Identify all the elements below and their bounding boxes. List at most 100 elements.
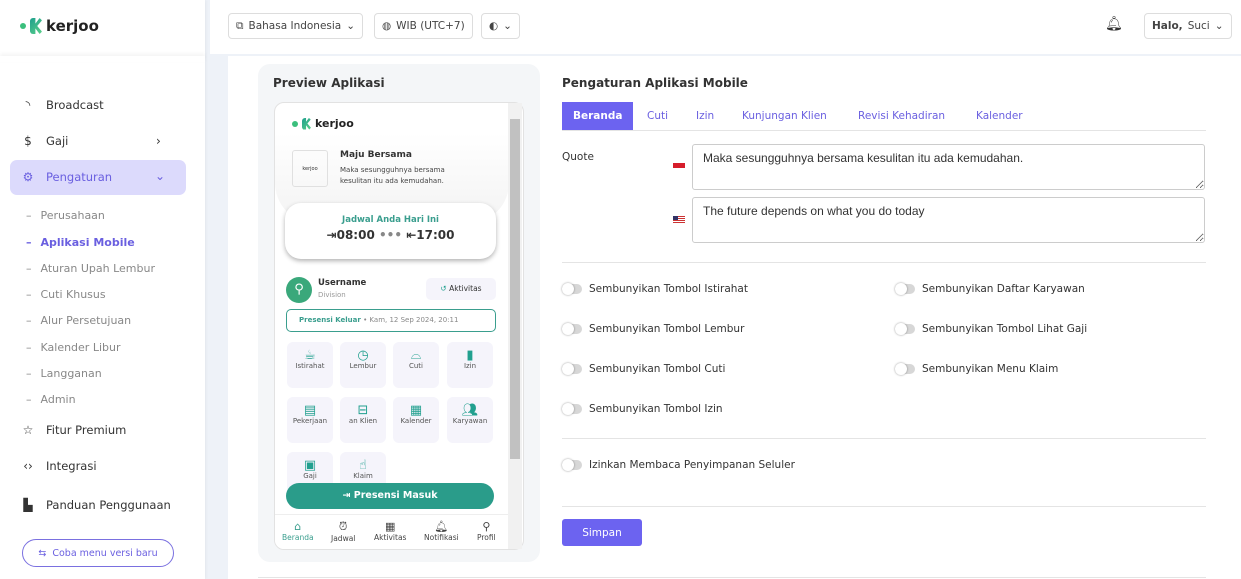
presence-in-button[interactable]: ⇥ Presensi Masuk bbox=[286, 483, 494, 509]
sidebar-item-panduan[interactable]: ▙ Panduan Penggunaan bbox=[22, 498, 170, 512]
calendar-icon: ▦ bbox=[385, 520, 396, 533]
sidebar-item-integrasi[interactable]: ‹› Integrasi bbox=[22, 459, 96, 473]
tab-kunjungan-klien[interactable]: Kunjungan Klien bbox=[731, 102, 838, 130]
tab-revisi-kehadiran[interactable]: Revisi Kehadiran bbox=[847, 102, 956, 130]
bottom-nav-beranda[interactable]: ⌂ Beranda bbox=[282, 520, 314, 542]
bell-icon: 🔔︎ bbox=[434, 520, 449, 533]
division: Division bbox=[318, 291, 346, 299]
toggle-switch bbox=[562, 403, 582, 415]
home-icon: ⌂ bbox=[294, 520, 302, 533]
sidebar-item-fitur-premium[interactable]: ☆ Fitur Premium bbox=[22, 423, 127, 437]
indonesia-flag-icon bbox=[673, 163, 685, 168]
chevron-down-icon: ⌄ bbox=[503, 20, 512, 32]
settings-title: Pengaturan Aplikasi Mobile bbox=[562, 76, 748, 90]
sidebar-sub-aplikasi-mobile[interactable]: – Aplikasi Mobile bbox=[26, 236, 135, 249]
toggle-hide-permit[interactable]: Sembunyikan Tombol Izin bbox=[562, 403, 723, 415]
menu-cuti[interactable]: ⌓ Cuti bbox=[393, 342, 439, 388]
sidebar-sub-langganan[interactable]: – Langganan bbox=[26, 367, 102, 380]
topbar: ⧉ Bahasa Indonesia ⌄ ◍ WIB (UTC+7) ◐ ⌄ 🔔︎ Ha… bbox=[210, 0, 1241, 54]
swap-icon: ⇆ bbox=[38, 547, 47, 559]
bottom-nav-notifikasi[interactable]: 🔔︎ Notifikasi bbox=[424, 520, 459, 542]
phone-preview: kerjoo kerjoo Maju Bersama Maka sesunggu… bbox=[274, 102, 524, 550]
toggle-hide-leave[interactable]: Sembunyikan Tombol Cuti bbox=[562, 363, 725, 375]
quote-id-input[interactable]: Maka sesungguhnya bersama kesulitan itu … bbox=[692, 144, 1205, 190]
timezone-select[interactable]: ◍ WIB (UTC+7) bbox=[374, 13, 473, 39]
menu-kalender[interactable]: ▦ Kalender bbox=[393, 397, 439, 443]
company-name: Maju Bersama bbox=[340, 150, 412, 160]
toggle-hide-employee-list[interactable]: Sembunyikan Daftar Karyawan bbox=[895, 283, 1085, 295]
bottom-nav-profil[interactable]: ⚲ Profil bbox=[477, 520, 496, 542]
menu-pekerjaan[interactable]: ▤ Pekerjaan bbox=[287, 397, 333, 443]
globe-icon: ◍ bbox=[382, 20, 392, 32]
toggle-switch bbox=[562, 459, 582, 471]
divider bbox=[258, 577, 1206, 578]
sidebar-sub-aturan-upah-lembur[interactable]: – Aturan Upah Lembur bbox=[26, 262, 155, 275]
us-flag-icon bbox=[673, 216, 685, 224]
save-button[interactable]: Simpan bbox=[562, 519, 642, 546]
preview-title: Preview Aplikasi bbox=[273, 76, 385, 90]
sidebar-item-pengaturan[interactable]: ⚙ Pengaturan ⌄ bbox=[10, 160, 186, 195]
kerjoo-logo[interactable]: kerjoo bbox=[20, 17, 99, 35]
toggle-hide-claim[interactable]: Sembunyikan Menu Klaim bbox=[895, 363, 1058, 375]
chevron-down-icon: ⌄ bbox=[155, 169, 166, 183]
toggle-hide-salary[interactable]: Sembunyikan Tombol Lihat Gaji bbox=[895, 323, 1087, 335]
toggle-hide-break[interactable]: Sembunyikan Tombol Istirahat bbox=[562, 283, 748, 295]
history-icon: ↺ bbox=[440, 284, 447, 293]
sidebar-sub-cuti-khusus[interactable]: – Cuti Khusus bbox=[26, 288, 106, 301]
clock-plus-icon: ◷ bbox=[357, 348, 369, 363]
tab-izin[interactable]: Izin bbox=[685, 102, 725, 130]
menu-izin[interactable]: ▮ Izin bbox=[447, 342, 493, 388]
bottom-nav-jadwal[interactable]: ⏰︎ Jadwal bbox=[331, 520, 355, 543]
menu-istirahat[interactable]: ☕︎ Istirahat bbox=[287, 342, 333, 388]
toggle-switch bbox=[895, 323, 915, 335]
quote-en-input[interactable]: The future depends on what you do today bbox=[692, 197, 1205, 243]
menu-lembur[interactable]: ◷ Lembur bbox=[340, 342, 386, 388]
bottom-nav-aktivitas[interactable]: ▦ Aktivitas bbox=[374, 520, 406, 542]
toggle-switch bbox=[895, 363, 915, 375]
sidebar-sub-kalender-libur[interactable]: – Kalender Libur bbox=[26, 341, 121, 354]
sofa-icon: ⌓ bbox=[410, 348, 422, 363]
users-icon: 👥︎ bbox=[461, 403, 479, 418]
bell-icon[interactable]: 🔔︎ bbox=[1105, 16, 1123, 32]
toggle-hide-overtime[interactable]: Sembunyikan Tombol Lembur bbox=[562, 323, 744, 335]
sidebar-sub-perusahaan[interactable]: – Perusahaan bbox=[26, 209, 105, 222]
star-icon: ☆ bbox=[22, 423, 34, 437]
alarm-icon: ⏰︎ bbox=[338, 520, 348, 533]
quote-label: Quote bbox=[562, 151, 594, 163]
door-icon: ▮ bbox=[466, 348, 474, 363]
preview-scrollbar[interactable] bbox=[508, 103, 522, 549]
toggle-storage-permission[interactable]: Izinkan Membaca Penyimpanan Seluler bbox=[562, 459, 795, 471]
login-icon: ⇥ bbox=[342, 490, 351, 501]
toggle-switch bbox=[562, 363, 582, 375]
tab-kalender[interactable]: Kalender bbox=[965, 102, 1034, 130]
rss-icon: ◝ bbox=[25, 98, 31, 112]
last-presence: Presensi Keluar • Kam, 12 Sep 2024, 20:1… bbox=[286, 309, 496, 332]
tab-beranda[interactable]: Beranda bbox=[562, 102, 634, 130]
tab-cuti[interactable]: Cuti bbox=[636, 102, 679, 130]
sidebar-sub-admin[interactable]: – Admin bbox=[26, 393, 76, 406]
briefcase-icon: ⊟ bbox=[357, 403, 369, 418]
activity-button[interactable]: ↺ Aktivitas bbox=[426, 278, 496, 300]
company-logo: kerjoo bbox=[292, 150, 328, 187]
sidebar-item-broadcast[interactable]: ◝ Broadcast bbox=[22, 98, 104, 112]
theme-select[interactable]: ◐ ⌄ bbox=[481, 13, 520, 39]
gear-icon: ⚙ bbox=[22, 170, 34, 184]
sidebar-sub-alur-persetujuan[interactable]: – Alur Persetujuan bbox=[26, 314, 131, 327]
schedule-card: Jadwal Anda Hari Ini ⇥08:00 ••• ⇤17:00 bbox=[285, 203, 496, 259]
chevron-right-icon: › bbox=[156, 134, 161, 148]
chevron-down-icon: ⌄ bbox=[346, 20, 356, 32]
sidebar-item-gaji[interactable]: $ Gaji › bbox=[22, 134, 172, 148]
menu-kunjungan-klien[interactable]: ⊟ an Klien bbox=[340, 397, 386, 443]
login-icon: ⇥ bbox=[326, 228, 337, 242]
user-menu[interactable]: Halo, Suci ⌄ bbox=[1144, 13, 1232, 39]
language-select[interactable]: ⧉ Bahasa Indonesia ⌄ bbox=[228, 13, 364, 39]
dollar-icon: $ bbox=[24, 134, 32, 148]
logout-icon: ⇤ bbox=[406, 228, 417, 242]
sidebar: kerjoo ◝ Broadcast $ Gaji › ⚙ Pengaturan ⌄ – P… bbox=[0, 0, 205, 579]
divider bbox=[562, 506, 1206, 507]
claim-icon: ☝︎ bbox=[359, 458, 367, 473]
try-new-menu-button[interactable]: ⇆ Coba menu versi baru bbox=[22, 539, 174, 567]
pdf-icon: ▙ bbox=[23, 498, 33, 512]
menu-karyawan[interactable]: 👥︎ Karyawan bbox=[447, 397, 493, 443]
preview-quote: Maka sesungguhnya bersama kesulitan itu … bbox=[340, 166, 445, 185]
